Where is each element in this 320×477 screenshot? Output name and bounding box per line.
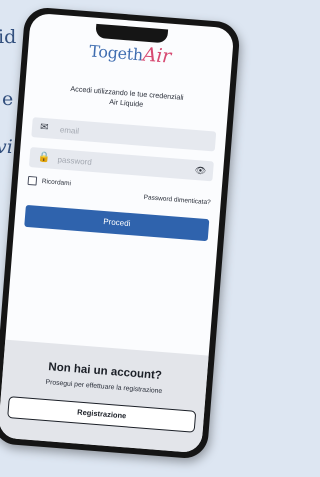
- proceed-button[interactable]: Procedi: [24, 204, 210, 242]
- login-screen: TogethAir Accedi utilizzando le tue cred…: [0, 12, 235, 454]
- remember-checkbox[interactable]: [27, 175, 38, 186]
- email-field[interactable]: ✉: [31, 117, 217, 152]
- remember-label: Ricordami: [41, 178, 72, 188]
- password-input[interactable]: [57, 152, 178, 176]
- eye-icon[interactable]: 👁: [194, 165, 206, 177]
- remember-me[interactable]: Ricordami: [27, 175, 72, 188]
- envelope-icon: ✉: [39, 121, 49, 134]
- email-input[interactable]: [59, 122, 181, 146]
- background-text-fragment: e: [2, 88, 14, 110]
- register-button[interactable]: Registrazione: [7, 396, 197, 433]
- logo-accent-text: Air: [142, 43, 172, 68]
- registration-panel: Non hai un account? Prosegui per effettu…: [0, 339, 209, 454]
- forgot-password-link[interactable]: Password dimenticata?: [143, 194, 211, 206]
- background-text-fragment: id: [0, 26, 17, 48]
- password-field[interactable]: 🔒 👁: [28, 147, 214, 182]
- login-subtitle: Accedi utilizzando le tue credenziali Ai…: [34, 81, 219, 115]
- lock-icon: 🔒: [37, 151, 51, 164]
- logo-text: Togeth: [88, 41, 144, 65]
- background-text-fragment: vi: [0, 136, 13, 158]
- phone-frame: TogethAir Accedi utilizzando le tue cred…: [0, 6, 241, 460]
